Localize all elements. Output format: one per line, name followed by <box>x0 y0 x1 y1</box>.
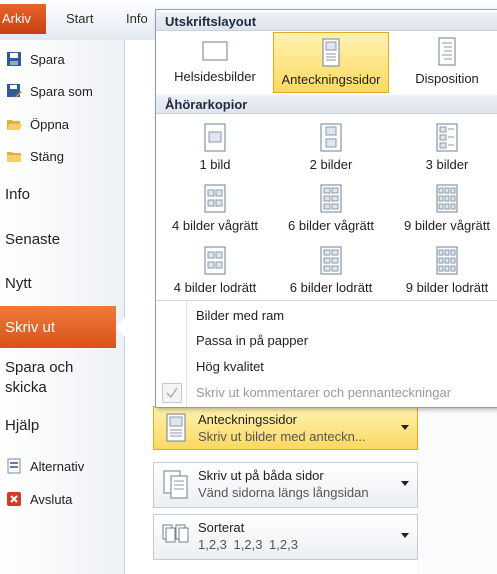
chevron-down-icon <box>401 533 409 538</box>
option-full-page-slides[interactable]: Helsidesbilder <box>157 37 273 92</box>
options-icon <box>6 458 22 474</box>
option-handout-9-vertical[interactable]: 9 bilder lodrätt <box>389 246 497 296</box>
option-handout-6-horizontal[interactable]: 6 bilder vågrätt <box>273 184 389 234</box>
dropdown-subtitle: Vänd sidorna längs långsidan <box>198 485 369 500</box>
handout-6-vertical-icon <box>320 246 342 275</box>
menu-item-print-comments: Skriv ut kommentarer och pennanteckninga… <box>156 380 497 405</box>
preview-strip <box>417 404 497 574</box>
duplex-dropdown[interactable]: Skriv ut på båda sidor Vänd sidorna läng… <box>153 462 418 508</box>
menu-item-frame-slides[interactable]: Bilder med ram <box>156 303 497 328</box>
close-folder-icon <box>6 148 22 164</box>
option-label: Anteckningssidor <box>281 72 381 87</box>
option-label: 2 bilder <box>309 157 353 172</box>
sidebar-item-spara-och-skicka[interactable]: Spara och skicka <box>5 358 100 398</box>
section-header-print-layout: Utskriftslayout <box>156 12 497 31</box>
tab-arkiv[interactable]: Arkiv <box>0 4 46 34</box>
notes-page-icon <box>162 413 190 443</box>
sidebar-item-label: Spara <box>30 51 65 67</box>
menu-item-high-quality[interactable]: Hög kvalitet <box>156 354 497 379</box>
handout-1-icon <box>204 123 226 152</box>
sidebar-item-label: Öppna <box>30 116 70 132</box>
option-label: 4 bilder lodrätt <box>173 280 257 295</box>
checkmark-icon <box>166 387 178 399</box>
outline-icon <box>438 37 456 66</box>
full-page-slide-icon <box>202 41 228 61</box>
handout-3-icon <box>436 123 458 152</box>
layout-gallery-panel: Utskriftslayout Helsidesbilder Antecknin… <box>155 9 497 408</box>
menu-item-label: Passa in på papper <box>196 333 309 348</box>
sidebar-item-nytt[interactable]: Nytt <box>5 274 32 294</box>
sidebar-item-label: Alternativ <box>30 458 85 474</box>
menu-item-label: Skriv ut kommentarer och pennanteckninga… <box>196 385 452 400</box>
layout-dropdown[interactable]: Anteckningssidor Skriv ut bilder med ant… <box>153 406 418 450</box>
menu-item-label: Bilder med ram <box>196 308 285 323</box>
option-handout-2[interactable]: 2 bilder <box>273 123 389 173</box>
option-handout-9-horizontal[interactable]: 9 bilder vågrätt <box>389 184 497 234</box>
dropdown-subtitle: 1,2,3 1,2,3 1,2,3 <box>198 537 298 552</box>
sidebar-item-alternativ[interactable]: Alternativ <box>0 456 124 476</box>
active-pointer <box>116 317 125 337</box>
save-icon <box>6 51 22 67</box>
option-handout-4-vertical[interactable]: 4 bilder lodrätt <box>157 246 273 296</box>
menu-item-label: Hög kvalitet <box>196 359 264 374</box>
dropdown-title: Skriv ut på båda sidor <box>198 468 324 483</box>
sidebar-item-avsluta[interactable]: Avsluta <box>0 489 124 509</box>
option-label: 4 bilder vågrätt <box>172 218 258 233</box>
chevron-down-icon <box>401 481 409 486</box>
handout-4-horizontal-icon <box>204 184 226 213</box>
option-handout-4-horizontal[interactable]: 4 bilder vågrätt <box>157 184 273 234</box>
exit-icon <box>6 491 22 507</box>
handout-4-vertical-icon <box>204 246 226 275</box>
sidebar-item-spara[interactable]: Spara <box>0 49 124 69</box>
duplex-icon <box>162 469 190 499</box>
save-as-icon <box>6 83 22 99</box>
sidebar-item-stang[interactable]: Stäng <box>0 146 124 166</box>
sidebar-item-hjalp[interactable]: Hjälp <box>5 416 39 436</box>
sidebar-item-senaste[interactable]: Senaste <box>5 230 60 250</box>
option-label: 9 bilder lodrätt <box>405 280 489 295</box>
option-notes-pages[interactable]: Anteckningssidor <box>273 32 389 93</box>
dropdown-subtitle: Skriv ut bilder med anteckn... <box>198 429 366 444</box>
menu-item-scale-to-paper[interactable]: Passa in på papper <box>156 328 497 353</box>
tab-start[interactable]: Start <box>66 4 93 34</box>
notes-page-icon <box>322 38 340 67</box>
tab-info[interactable]: Info <box>126 4 148 34</box>
checkbox <box>162 383 182 403</box>
sidebar-item-spara-som[interactable]: Spara som <box>0 81 124 101</box>
option-label: Disposition <box>415 71 479 86</box>
sidebar-item-skriv-ut-label: Skriv ut <box>5 319 56 336</box>
option-label: 3 bilder <box>425 157 469 172</box>
handout-2-icon <box>320 123 342 152</box>
handout-9-horizontal-icon <box>436 184 458 213</box>
option-handout-6-vertical[interactable]: 6 bilder lodrätt <box>273 246 389 296</box>
sidebar-item-label: Spara som <box>30 83 93 99</box>
option-handout-3[interactable]: 3 bilder <box>389 123 497 173</box>
chevron-down-icon <box>401 425 409 430</box>
collate-icon <box>162 521 190 551</box>
sidebar-item-label: Stäng <box>30 148 64 164</box>
option-label: 6 bilder lodrätt <box>289 280 373 295</box>
sidebar-item-info[interactable]: Info <box>5 185 30 205</box>
collate-dropdown[interactable]: Sorterat 1,2,3 1,2,3 1,2,3 <box>153 514 418 560</box>
option-label: 1 bild <box>199 157 231 172</box>
handout-9-vertical-icon <box>436 246 458 275</box>
handout-6-horizontal-icon <box>320 184 342 213</box>
dropdown-title: Anteckningssidor <box>198 412 297 427</box>
option-label: Helsidesbilder <box>174 69 256 84</box>
divider <box>156 300 497 301</box>
sidebar-item-label: Avsluta <box>30 491 73 507</box>
option-label: 9 bilder vågrätt <box>404 218 490 233</box>
option-label: 6 bilder vågrätt <box>288 218 374 233</box>
section-header-handouts: Åhörarkopior <box>156 95 497 114</box>
dropdown-title: Sorterat <box>198 520 245 535</box>
option-outline[interactable]: Disposition <box>389 37 497 92</box>
sidebar-item-oppna[interactable]: Öppna <box>0 114 124 134</box>
option-handout-1[interactable]: 1 bild <box>157 123 273 173</box>
open-folder-icon <box>6 116 22 132</box>
